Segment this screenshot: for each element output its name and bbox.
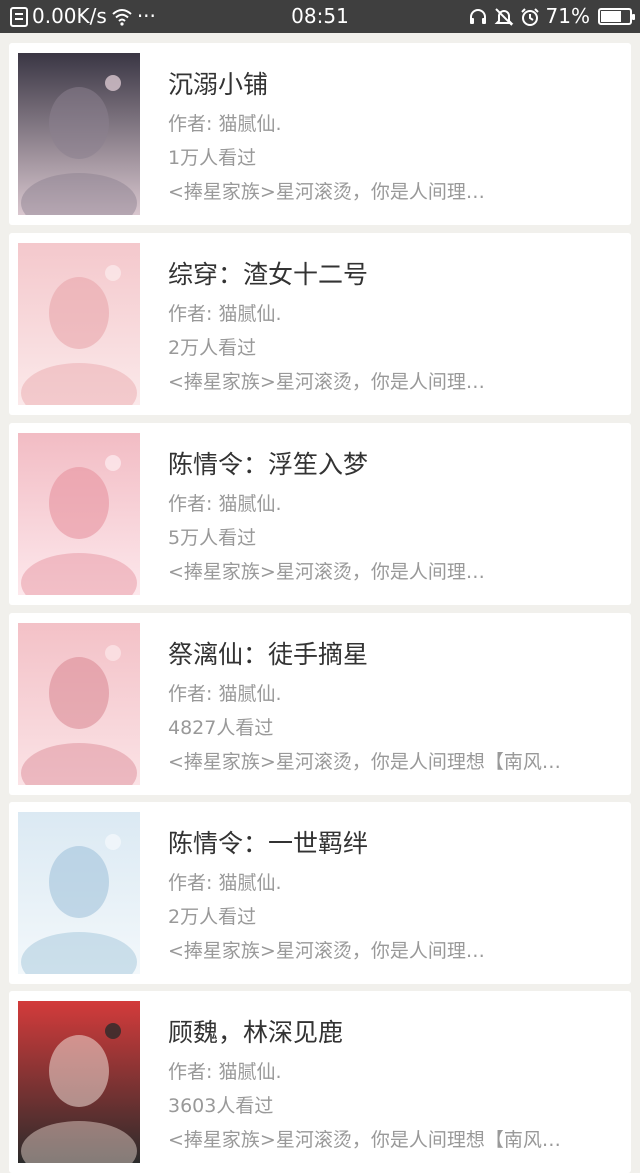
book-description: <捧星家族>星河滚烫，你是人间理… [168, 371, 485, 393]
battery-percent: 71% [545, 4, 590, 28]
battery-level [601, 11, 621, 22]
alarm-icon [520, 7, 540, 27]
book-cover [18, 53, 140, 215]
book-author: 作者: 猫腻仙. [168, 1061, 282, 1083]
book-cover [18, 433, 140, 595]
cover-art [18, 1001, 140, 1163]
book-cover [18, 812, 140, 974]
book-title: 祭漓仙：徒手摘星 [168, 640, 369, 669]
book-card[interactable]: 祭漓仙：徒手摘星 作者: 猫腻仙. 4827人看过 <捧星家族>星河滚烫，你是人… [9, 613, 631, 795]
battery-icon [598, 8, 635, 25]
book-card[interactable]: 综穿：渣女十二号 作者: 猫腻仙. 2万人看过 <捧星家族>星河滚烫，你是人间理… [9, 233, 631, 415]
book-author: 作者: 猫腻仙. [168, 683, 282, 705]
cover-art [18, 243, 140, 405]
book-description: <捧星家族>星河滚烫，你是人间理想【南风… [168, 1129, 561, 1151]
book-card[interactable]: 陈情令：浮笙入梦 作者: 猫腻仙. 5万人看过 <捧星家族>星河滚烫，你是人间理… [9, 423, 631, 605]
book-card[interactable]: 沉溺小铺 作者: 猫腻仙. 1万人看过 <捧星家族>星河滚烫，你是人间理… [9, 43, 631, 225]
cover-art [18, 433, 140, 595]
book-description: <捧星家族>星河滚烫，你是人间理… [168, 181, 485, 203]
book-views: 4827人看过 [168, 717, 274, 739]
book-author: 作者: 猫腻仙. [168, 872, 282, 894]
cover-art [18, 812, 140, 974]
cover-art [18, 623, 140, 785]
book-cover [18, 623, 140, 785]
book-author: 作者: 猫腻仙. [168, 303, 282, 325]
book-cover [18, 243, 140, 405]
book-cover [18, 1001, 140, 1163]
book-title: 陈情令：一世羁绊 [168, 829, 369, 858]
book-title: 陈情令：浮笙入梦 [168, 450, 369, 479]
book-description: <捧星家族>星河滚烫，你是人间理想【南风… [168, 751, 561, 773]
book-description: <捧星家族>星河滚烫，你是人间理… [168, 561, 485, 583]
book-description: <捧星家族>星河滚烫，你是人间理… [168, 940, 485, 962]
book-card[interactable]: 顾魏，林深见鹿 作者: 猫腻仙. 3603人看过 <捧星家族>星河滚烫，你是人间… [9, 991, 631, 1173]
headset-icon [468, 7, 488, 27]
mute-bell-icon [494, 7, 514, 27]
book-views: 2万人看过 [168, 337, 257, 359]
book-views: 1万人看过 [168, 147, 257, 169]
book-title: 综穿：渣女十二号 [168, 260, 369, 289]
book-title: 沉溺小铺 [168, 70, 269, 99]
book-views: 5万人看过 [168, 527, 257, 549]
book-title: 顾魏，林深见鹿 [168, 1018, 344, 1047]
book-author: 作者: 猫腻仙. [168, 493, 282, 515]
book-card[interactable]: 陈情令：一世羁绊 作者: 猫腻仙. 2万人看过 <捧星家族>星河滚烫，你是人间理… [9, 802, 631, 984]
book-author: 作者: 猫腻仙. [168, 113, 282, 135]
book-views: 3603人看过 [168, 1095, 274, 1117]
book-views: 2万人看过 [168, 906, 257, 928]
status-bar: 0.00K/s ··· 08:51 71% [0, 0, 640, 33]
cover-art [18, 53, 140, 215]
